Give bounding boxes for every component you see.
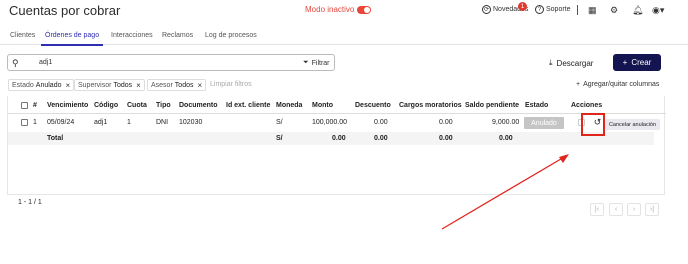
arrow-line (441, 155, 567, 230)
annotation-arrow (441, 154, 569, 230)
arrow-head (559, 154, 569, 163)
